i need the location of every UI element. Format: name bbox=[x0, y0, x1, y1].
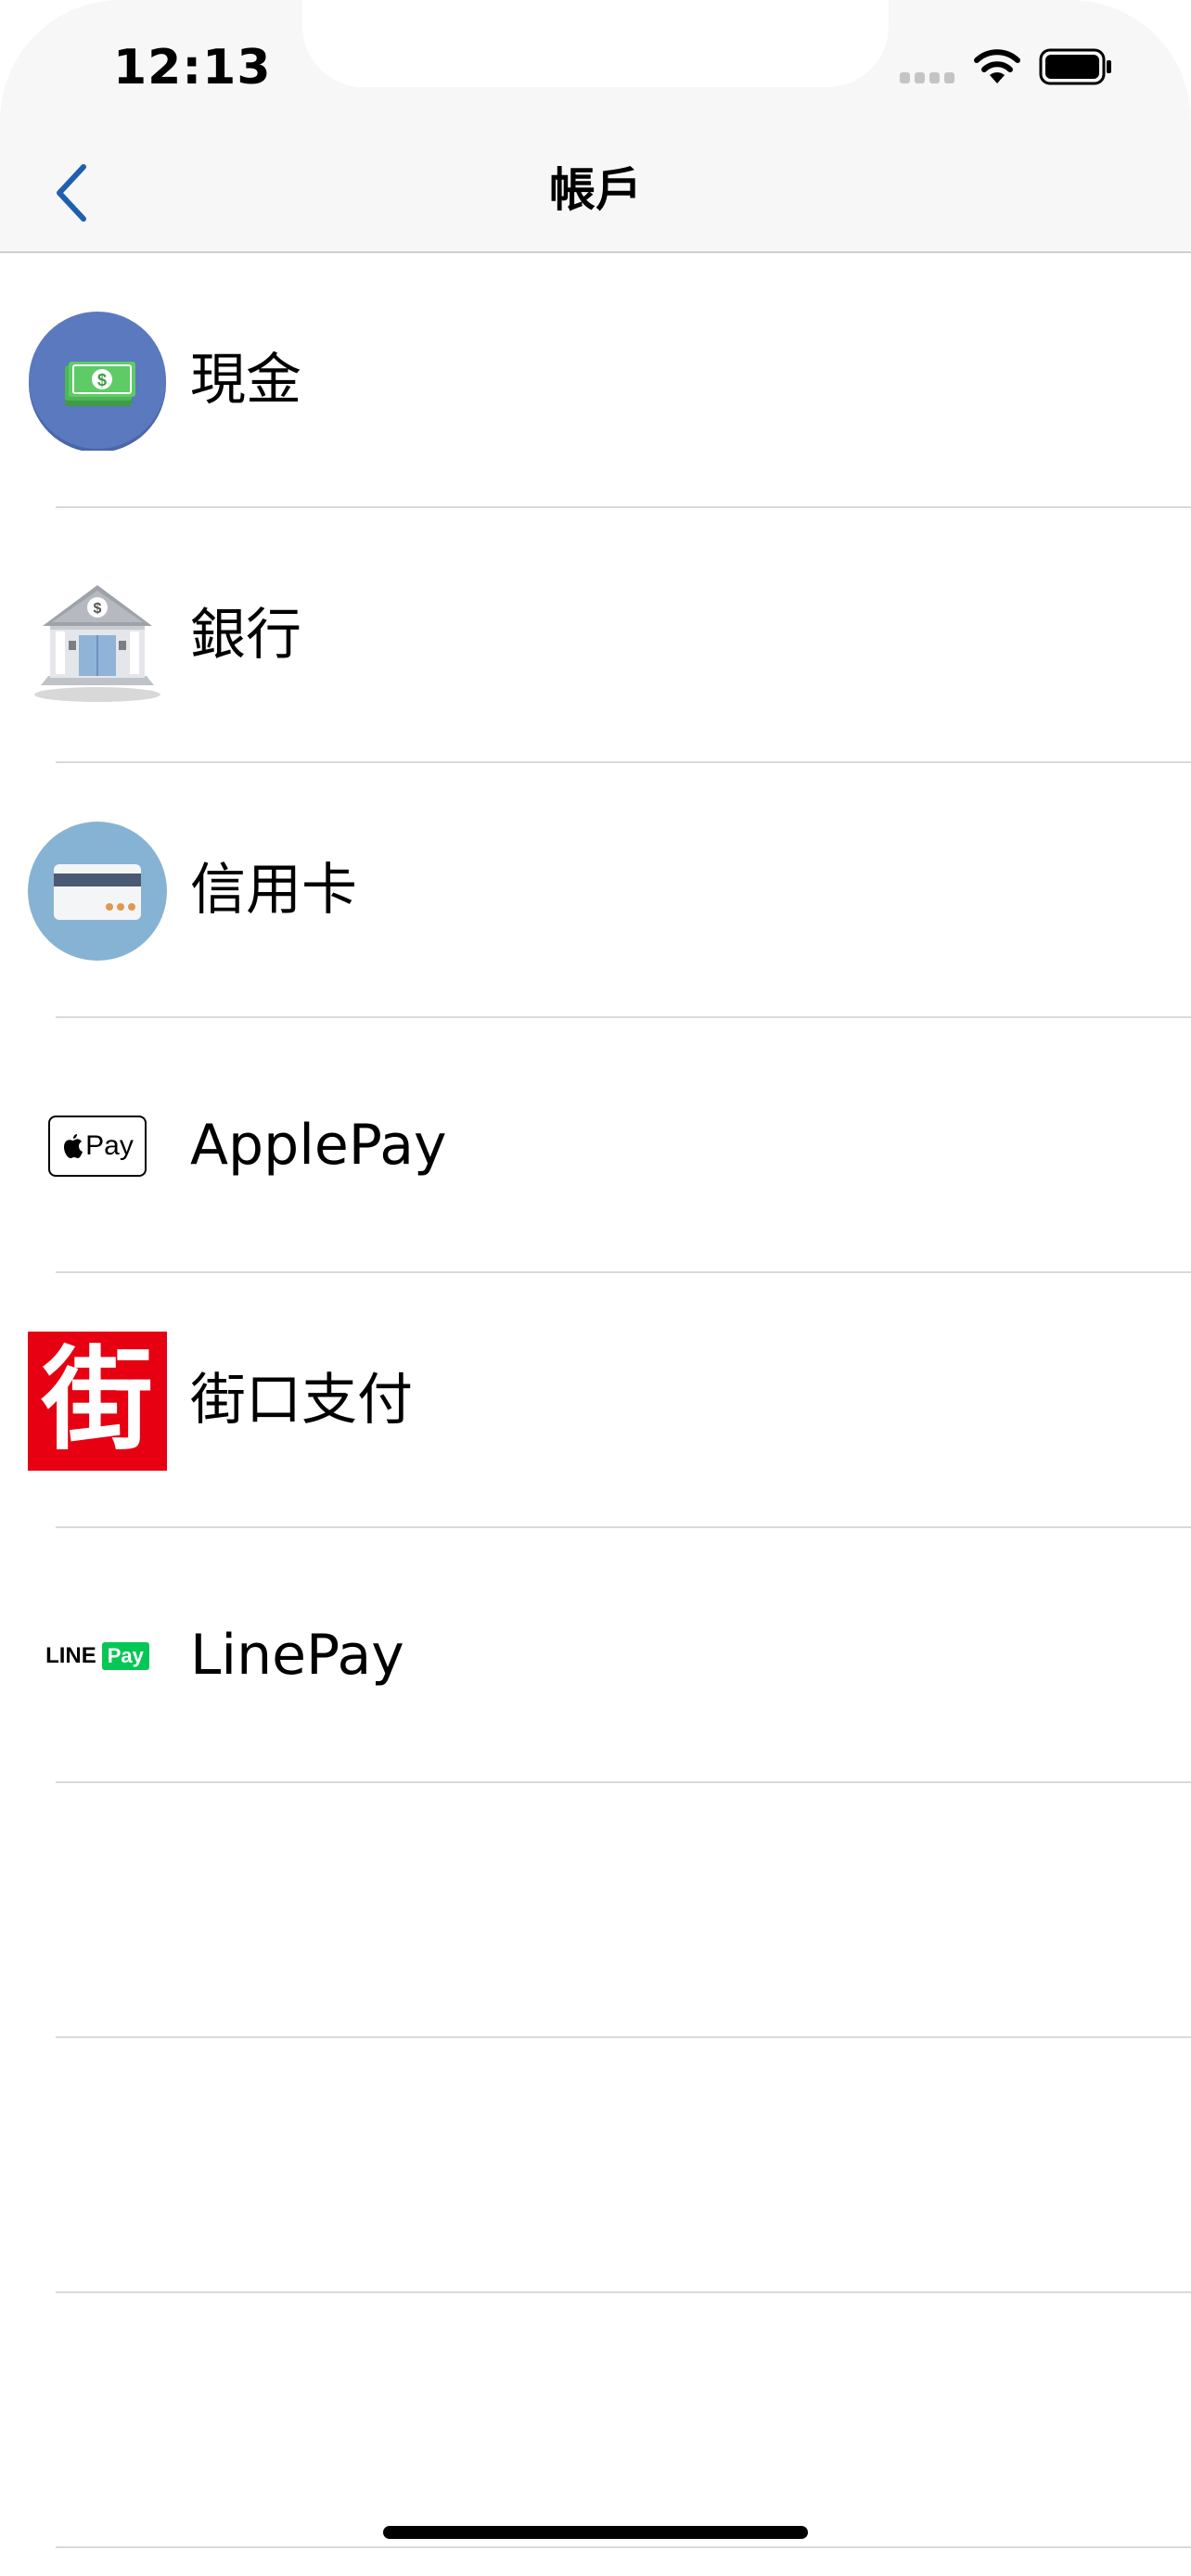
account-label: 銀行 bbox=[190, 603, 301, 668]
apple-pay-icon: Pay bbox=[28, 1077, 167, 1216]
apple-logo-icon bbox=[64, 1134, 83, 1158]
line-pay-icon-pay-text: Pay bbox=[101, 1642, 149, 1670]
account-row-bank[interactable]: $ 銀行 bbox=[0, 508, 1191, 763]
bank-icon: $ bbox=[28, 567, 167, 706]
account-label: ApplePay bbox=[190, 1113, 447, 1178]
empty-row bbox=[0, 1783, 1191, 2038]
account-row-apple-pay[interactable]: Pay ApplePay bbox=[0, 1018, 1191, 1273]
empty-row bbox=[0, 2038, 1191, 2293]
cellular-signal-icon bbox=[900, 72, 954, 83]
svg-text:$: $ bbox=[97, 371, 107, 389]
account-label: 街口支付 bbox=[190, 1368, 413, 1433]
line-pay-icon: LINE Pay bbox=[28, 1587, 167, 1726]
account-row-jko-pay[interactable]: 街 街口支付 bbox=[0, 1273, 1191, 1528]
credit-card-icon bbox=[28, 822, 167, 961]
page-title: 帳戶 bbox=[549, 163, 642, 217]
battery-icon bbox=[1039, 48, 1111, 85]
empty-row bbox=[0, 2293, 1191, 2548]
status-time: 12:13 bbox=[113, 40, 272, 96]
row-divider bbox=[56, 2546, 1191, 2548]
device-notch bbox=[302, 0, 889, 87]
account-row-credit-card[interactable]: 信用卡 bbox=[0, 763, 1191, 1018]
svg-text:$: $ bbox=[94, 601, 102, 617]
wifi-icon bbox=[974, 49, 1020, 83]
accounts-list: $ 現金 $ 銀行 信用卡 Pay ApplePay 街 街口支付 LINE P… bbox=[0, 253, 1191, 2548]
jko-pay-icon-text: 街 bbox=[42, 1336, 153, 1465]
accounts-screen: 12:13 帳戶 $ 現金 $ 銀行 信用卡 Pay ApplePay 街 街口… bbox=[0, 0, 1191, 2576]
line-pay-icon-line-text: LINE bbox=[45, 1643, 96, 1668]
jko-pay-icon: 街 bbox=[28, 1332, 167, 1471]
home-indicator[interactable] bbox=[383, 2526, 808, 2539]
account-row-line-pay[interactable]: LINE Pay LinePay bbox=[0, 1528, 1191, 1783]
account-label: 現金 bbox=[190, 348, 301, 413]
navigation-header: 12:13 帳戶 bbox=[0, 0, 1191, 253]
account-label: 信用卡 bbox=[190, 858, 357, 923]
cash-icon: $ bbox=[28, 312, 167, 451]
apple-pay-icon-text: Pay bbox=[85, 1130, 134, 1161]
account-row-cash[interactable]: $ 現金 bbox=[0, 253, 1191, 508]
account-label: LinePay bbox=[190, 1623, 404, 1688]
